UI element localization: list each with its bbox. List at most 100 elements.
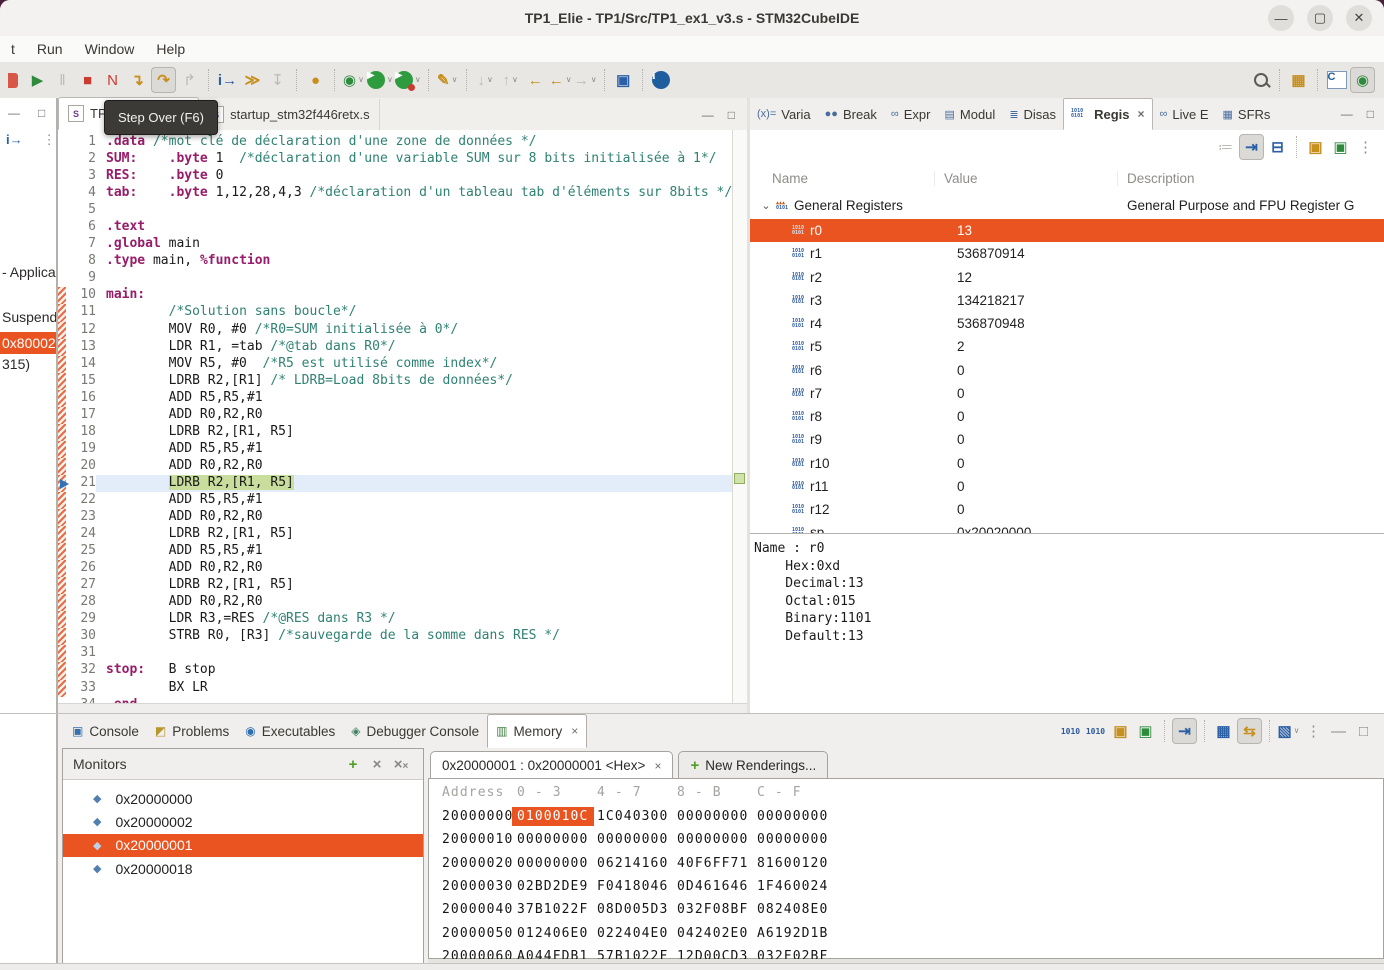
minimize-panel-icon[interactable]: — <box>1327 719 1350 743</box>
monitor-item[interactable]: ◆0x20000001 <box>63 834 423 857</box>
info-icon[interactable]: i <box>650 68 673 92</box>
register-row-r2[interactable]: 10100101r212 <box>750 266 1384 289</box>
memory-row[interactable]: 200000000100010C1C0403000000000000000000 <box>429 805 1383 828</box>
code-line[interactable]: 20 ADD R0,R2,R0 <box>58 458 733 475</box>
back-icon[interactable]: ←∨ <box>549 68 572 92</box>
maximize-view-icon[interactable]: □ <box>38 106 45 120</box>
register-row-r6[interactable]: 10100101r60 <box>750 359 1384 382</box>
launch-icon-partial[interactable] <box>1 68 24 92</box>
register-row-r10[interactable]: 10100101r100 <box>750 452 1384 475</box>
monitor-item[interactable]: ◆0x20000000 <box>63 787 423 810</box>
debug-node-fragment[interactable]: Suspend <box>2 309 57 325</box>
memory-value-cell[interactable]: 022404E0 <box>597 926 677 941</box>
memory-value-cell[interactable]: 1F460024 <box>757 879 837 894</box>
code-line[interactable]: 27 LDRB R2,[R1, R5] <box>58 577 733 594</box>
memory-selected-cell[interactable]: 0100010C <box>512 807 594 826</box>
debug-view-strip[interactable]: — □ i→ ⋮ - ApplicaSuspend0x80002315) <box>0 98 58 713</box>
export-memory-icon[interactable]: 1010 <box>1059 719 1082 743</box>
minimize-window-button[interactable]: — <box>1268 5 1294 31</box>
memory-value-cell[interactable]: 00000000 <box>757 809 837 824</box>
table-rendering-icon[interactable]: ▦ <box>1212 719 1235 743</box>
step-over-icon[interactable]: ↷ <box>151 67 176 93</box>
register-group-row[interactable]: ⌄▲▲▲0101General RegistersGeneral Purpose… <box>750 192 1384 219</box>
memory-address-cell[interactable]: 20000010 <box>442 832 517 847</box>
tab-disas[interactable]: ≣Disas <box>1002 98 1063 130</box>
code-line[interactable]: 24 LDRB R2,[R1, R5] <box>58 526 733 543</box>
column-header-description[interactable]: Description <box>1118 171 1384 186</box>
run-icon[interactable]: ▶∨ <box>367 68 393 92</box>
editor-horizontal-scrollbar[interactable] <box>58 703 747 713</box>
code-line[interactable]: 32stop: B stop <box>58 662 733 679</box>
minimize-view-icon[interactable]: — <box>8 106 20 120</box>
close-icon[interactable]: × <box>654 759 661 773</box>
register-row-r3[interactable]: 10100101r3134218217 <box>750 289 1384 312</box>
debug-perspective-icon[interactable]: ◉ <box>1350 67 1375 93</box>
close-window-button[interactable]: ✕ <box>1346 5 1372 31</box>
search-icon[interactable] <box>1249 68 1272 92</box>
code-editor[interactable]: 1.data /*mot clé de déclaration d'une zo… <box>58 130 733 704</box>
monitor-item[interactable]: ◆0x20000018 <box>63 857 423 880</box>
last-edit-location-icon[interactable]: ← <box>524 68 547 92</box>
code-line[interactable]: 5 <box>58 202 733 219</box>
code-line[interactable]: 6.text <box>58 219 733 236</box>
tab-live-e[interactable]: ∞Live E <box>1153 98 1216 130</box>
new-register-group-icon[interactable]: ▣ <box>1304 135 1327 159</box>
overview-ruler[interactable] <box>732 130 747 704</box>
profile-icon[interactable]: ▶∨ <box>395 68 421 92</box>
code-line[interactable]: 18 LDRB R2,[R1, R5] <box>58 424 733 441</box>
memory-value-cell[interactable]: 00000000 <box>517 856 597 871</box>
maximize-panel-icon[interactable]: □ <box>1352 719 1375 743</box>
register-row-r1[interactable]: 10100101r1536870914 <box>750 242 1384 265</box>
code-line[interactable]: 31 <box>58 645 733 662</box>
view-menu-icon[interactable]: ⋮ <box>1354 135 1377 159</box>
register-row-r11[interactable]: 10100101r110 <box>750 475 1384 498</box>
pin-memory-icon[interactable]: ▣ <box>1134 719 1157 743</box>
toggle-split-icon[interactable]: ⇆ <box>1237 718 1262 744</box>
tab-regis[interactable]: 10100101Regis× <box>1063 98 1152 130</box>
memory-address-cell[interactable]: 20000020 <box>442 856 517 871</box>
memory-value-cell[interactable]: 00000000 <box>757 832 837 847</box>
code-line[interactable]: 13 LDR R1, =tab /*@tab dans R0*/ <box>58 339 733 356</box>
memory-row[interactable]: 2000001000000000000000000000000000000000 <box>429 828 1383 851</box>
menu-item-run[interactable]: Run <box>26 39 74 59</box>
remove-all-monitors-icon[interactable]: ×× <box>389 756 413 773</box>
code-line[interactable]: 11 /*Solution sans boucle*/ <box>58 304 733 321</box>
tab-sfrs[interactable]: ▦SFRs <box>1216 98 1278 130</box>
memory-value-cell[interactable]: 042402E0 <box>677 926 757 941</box>
code-line[interactable]: 19 ADD R5,R5,#1 <box>58 441 733 458</box>
register-row-r12[interactable]: 10100101r120 <box>750 498 1384 521</box>
editor-tab-startup_stm32f446retx.s[interactable]: Sstartup_stm32f446retx.s <box>199 99 379 130</box>
link-memory-icon[interactable]: ⇥ <box>1172 718 1197 744</box>
debug-node-fragment[interactable]: - Applica <box>2 264 56 280</box>
memory-address-cell[interactable]: 20000000 <box>442 809 517 824</box>
tab-modul[interactable]: ▤Modul <box>937 98 1002 130</box>
code-line[interactable]: 4tab: .byte 1,12,28,4,3 /*déclaration d'… <box>58 185 733 202</box>
code-line[interactable]: 28 ADD R0,R2,R0 <box>58 594 733 611</box>
monitor-item[interactable]: ◆0x20000002 <box>63 810 423 833</box>
code-line[interactable]: 17 ADD R0,R2,R0 <box>58 407 733 424</box>
code-line[interactable]: 9 <box>58 270 733 287</box>
memory-row[interactable]: 20000050012406E0022404E0042402E0A6192D1B <box>429 921 1383 944</box>
memory-rendering-tab-hex[interactable]: 0x20000001 : 0x20000001 <Hex> × <box>430 751 673 779</box>
add-monitor-icon[interactable]: + <box>341 756 365 773</box>
register-row-r4[interactable]: 10100101r4536870948 <box>750 312 1384 335</box>
maximize-view-icon[interactable]: □ <box>728 108 735 122</box>
code-line[interactable]: 3RES: .byte 0 <box>58 168 733 185</box>
new-renderings-tab[interactable]: + New Renderings... <box>678 751 828 779</box>
memory-value-cell[interactable]: 40F6FF71 <box>677 856 757 871</box>
disconnect-icon[interactable]: N <box>101 68 124 92</box>
memory-value-cell[interactable]: 032F08BF <box>677 902 757 917</box>
resume-icon[interactable]: ▶ <box>26 68 49 92</box>
code-line[interactable]: 12 MOV R0, #0 /*R0=SUM initialisée à 0*/ <box>58 322 733 339</box>
memory-value-cell[interactable]: 1C040300 <box>597 809 677 824</box>
code-line[interactable]: 16 ADD R5,R5,#1 <box>58 390 733 407</box>
tab-break[interactable]: ●●Break <box>818 98 884 130</box>
minimize-view-icon[interactable]: — <box>1341 107 1353 121</box>
code-line[interactable]: 8.type main, %function <box>58 253 733 270</box>
column-header-value[interactable]: Value <box>935 171 1118 186</box>
register-row-r8[interactable]: 10100101r80 <box>750 405 1384 428</box>
debug-node-selected[interactable]: 0x80002 <box>0 332 56 354</box>
debug-node-fragment[interactable]: 315) <box>2 356 30 372</box>
open-new-window-icon[interactable]: ▣ <box>612 68 635 92</box>
register-row-r7[interactable]: 10100101r70 <box>750 382 1384 405</box>
